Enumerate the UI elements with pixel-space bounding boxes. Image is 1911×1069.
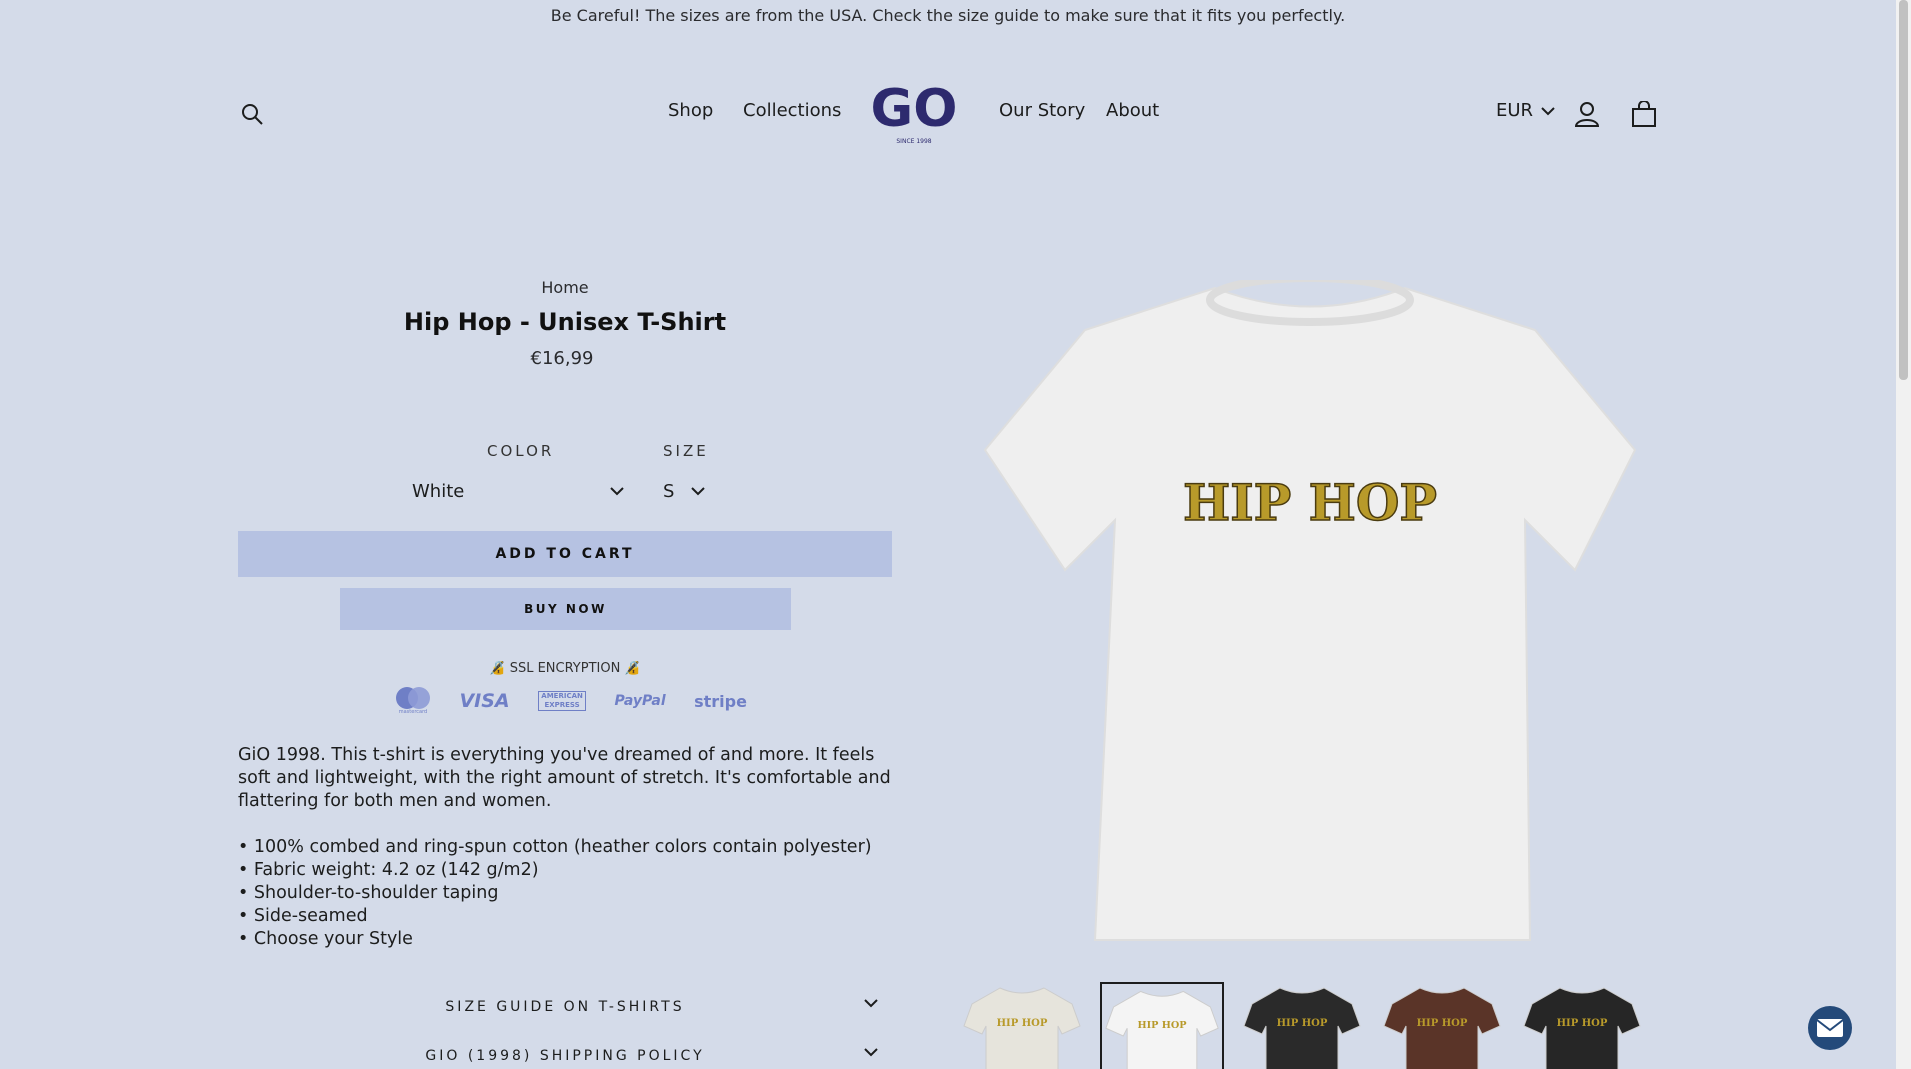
svg-text:HIP HOP: HIP HOP	[1277, 1018, 1328, 1029]
thumbnail-black-alt[interactable]: HIP HOP	[1520, 982, 1644, 1069]
color-label: COLOR	[487, 442, 555, 460]
svg-text:HIP HOP: HIP HOP	[1557, 1018, 1608, 1029]
search-icon[interactable]	[238, 100, 266, 128]
add-to-cart-button[interactable]: ADD TO CART	[238, 531, 892, 577]
brand-logo[interactable]: GO SINCE 1998	[868, 78, 960, 146]
thumbnail-black[interactable]: HIP HOP	[1240, 982, 1364, 1069]
svg-text:HIP HOP: HIP HOP	[1417, 1018, 1468, 1029]
paypal-logo: PayPal	[614, 693, 666, 709]
nav-shop[interactable]: Shop	[668, 100, 713, 121]
size-value: S	[663, 480, 675, 502]
accordion-label: SIZE GUIDE ON T-SHIRTS	[445, 999, 685, 1015]
amex-logo: AMERICAN EXPRESS	[538, 691, 587, 711]
mastercard-logo: mastercard	[395, 686, 431, 716]
breadcrumb-home[interactable]: Home	[238, 278, 892, 297]
product-title: Hip Hop - Unisex T-Shirt	[403, 308, 727, 336]
shipping-policy-accordion[interactable]: GIO (1998) SHIPPING POLICY	[238, 1041, 892, 1069]
payment-methods: mastercard VISA AMERICAN EXPRESS PayPal …	[395, 684, 747, 718]
product-description: GiO 1998. This t-shirt is everything you…	[238, 744, 898, 951]
nav-our-story[interactable]: Our Story	[999, 100, 1085, 121]
chevron-down-icon	[610, 487, 624, 496]
thumbnail-heather[interactable]: HIP HOP	[960, 982, 1084, 1069]
size-select[interactable]: S	[663, 478, 705, 504]
feature-item: • 100% combed and ring-spun cotton (heat…	[238, 837, 872, 857]
nav-collections[interactable]: Collections	[743, 100, 841, 121]
feature-item: • Side-seamed	[238, 906, 368, 926]
chevron-down-icon	[691, 487, 705, 496]
accordion-label: GIO (1998) SHIPPING POLICY	[425, 1048, 705, 1064]
product-price: €16,99	[530, 348, 594, 369]
thumbnail-strip: HIP HOP HIP HOP HIP HOP HIP HOP HIP HOP	[960, 982, 1644, 1069]
product-image[interactable]: HIP HOP	[975, 274, 1645, 950]
feature-item: • Shoulder-to-shoulder taping	[238, 883, 499, 903]
chevron-down-icon	[864, 1048, 878, 1057]
size-guide-accordion[interactable]: SIZE GUIDE ON T-SHIRTS	[238, 992, 892, 1022]
stripe-logo: stripe	[694, 691, 747, 711]
page-scrollbar[interactable]	[1896, 0, 1911, 1069]
size-label: SIZE	[663, 442, 709, 460]
contact-mail-button[interactable]	[1808, 1006, 1852, 1050]
feature-list: • 100% combed and ring-spun cotton (heat…	[238, 836, 898, 951]
thumbnail-white[interactable]: HIP HOP	[1100, 982, 1224, 1069]
scrollbar-thumb[interactable]	[1899, 0, 1908, 380]
mail-icon	[1816, 1019, 1844, 1037]
feature-item: • Choose your Style	[238, 929, 413, 949]
svg-text:HIP HOP: HIP HOP	[997, 1018, 1048, 1029]
print-text: HIP HOP	[1183, 473, 1437, 532]
nav-about[interactable]: About	[1106, 100, 1159, 121]
logo-text: GO	[871, 79, 958, 139]
ssl-badge: 🔏 SSL ENCRYPTION 🔏	[489, 661, 641, 676]
currency-value: EUR	[1496, 100, 1534, 121]
thumbnail-brown[interactable]: HIP HOP	[1380, 982, 1504, 1069]
svg-text:HIP HOP: HIP HOP	[1137, 1020, 1187, 1031]
currency-selector[interactable]: EUR	[1496, 100, 1555, 121]
feature-item: • Fabric weight: 4.2 oz (142 g/m2)	[238, 860, 539, 880]
chevron-down-icon	[864, 999, 878, 1008]
logo-subtext: SINCE 1998	[896, 138, 931, 145]
account-icon[interactable]	[1572, 99, 1602, 129]
announcement-bar: Be Careful! The sizes are from the USA. …	[550, 6, 1346, 25]
color-select[interactable]: White	[412, 478, 624, 504]
visa-logo: VISA	[459, 690, 510, 712]
chevron-down-icon	[1541, 106, 1555, 115]
buy-now-button[interactable]: BUY NOW	[340, 588, 791, 630]
description-text: GiO 1998. This t-shirt is everything you…	[238, 745, 891, 811]
cart-icon[interactable]	[1628, 98, 1660, 130]
color-value: White	[412, 480, 465, 502]
